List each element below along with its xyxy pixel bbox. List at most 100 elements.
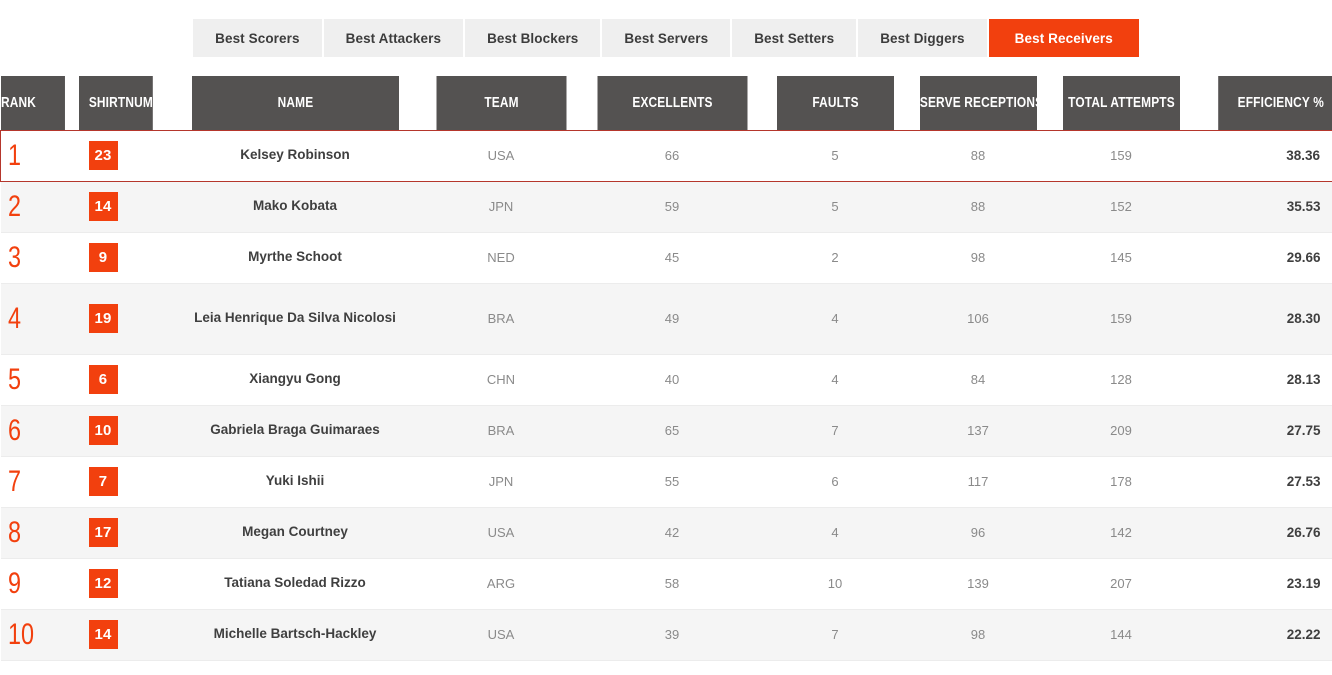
- column-header-excellents[interactable]: EXCELLENTS: [596, 76, 748, 130]
- cell-faults: 4: [763, 507, 907, 559]
- column-header-faults[interactable]: FAULTS: [776, 76, 894, 130]
- cell-team: USA: [421, 129, 581, 182]
- cell-team: BRA: [421, 283, 581, 355]
- cell-faults: 4: [763, 283, 907, 355]
- cell-rank: 6: [0, 405, 79, 457]
- shirt-number-badge: 17: [88, 518, 118, 547]
- cell-efficiency: 28.13: [1192, 354, 1332, 406]
- tab-best-diggers[interactable]: Best Diggers: [858, 19, 989, 57]
- shirt-number-badge: 6: [88, 365, 118, 394]
- cell-faults: 5: [763, 129, 907, 182]
- cell-efficiency: 22.22: [1192, 609, 1332, 661]
- cell-excellents: 59: [580, 181, 764, 233]
- table-row[interactable]: 9 12 Tatiana Soledad Rizzo ARG 58 10 139 207 23.…: [0, 558, 1332, 610]
- cell-faults: 2: [763, 232, 907, 284]
- table-row[interactable]: 1 23 Kelsey Robinson USA 66 5 88 159 38.36: [0, 129, 1332, 182]
- cell-total-attempts: 178: [1049, 456, 1193, 508]
- cell-total-attempts: 144: [1049, 609, 1193, 661]
- table-row[interactable]: 7 7 Yuki Ishii JPN 55 6 117 178 27.53: [0, 456, 1332, 508]
- cell-team: BRA: [421, 405, 581, 457]
- cell-player-name: Tatiana Soledad Rizzo: [168, 558, 422, 610]
- column-header-efficiency[interactable]: EFFICIENCY %: [1217, 76, 1332, 130]
- cell-serve-receptions: 88: [906, 181, 1050, 233]
- column-header-team[interactable]: TEAM: [435, 76, 567, 130]
- tab-best-blockers[interactable]: Best Blockers: [465, 19, 603, 57]
- cell-team: USA: [421, 609, 581, 661]
- cell-faults: 10: [763, 558, 907, 610]
- cell-team: USA: [421, 507, 581, 559]
- table-row[interactable]: 2 14 Mako Kobata JPN 59 5 88 152 35.53: [0, 181, 1332, 233]
- cell-shirtnumber: 7: [78, 456, 169, 508]
- cell-total-attempts: 152: [1049, 181, 1193, 233]
- cell-player-name: Myrthe Schoot: [168, 232, 422, 284]
- best-receivers-table: RANK SHIRTNUMBER NAME TEAM EXCELLENTS FA…: [0, 76, 1332, 661]
- cell-excellents: 58: [580, 558, 764, 610]
- cell-serve-receptions: 96: [906, 507, 1050, 559]
- cell-team: JPN: [421, 456, 581, 508]
- cell-player-name: Leia Henrique Da Silva Nicolosi: [168, 283, 422, 355]
- rank-number: 10: [7, 617, 34, 651]
- cell-shirtnumber: 17: [78, 507, 169, 559]
- cell-faults: 6: [763, 456, 907, 508]
- column-header-shirtnumber[interactable]: SHIRTNUMBER: [78, 76, 178, 130]
- cell-rank: 5: [0, 354, 79, 406]
- cell-total-attempts: 142: [1049, 507, 1193, 559]
- cell-serve-receptions: 117: [906, 456, 1050, 508]
- column-header-total-attempts[interactable]: TOTAL ATTEMPTS: [1062, 76, 1180, 130]
- cell-excellents: 55: [580, 456, 764, 508]
- table-row[interactable]: 6 10 Gabriela Braga Guimaraes BRA 65 7 137 209 2…: [0, 405, 1332, 457]
- cell-player-name: Kelsey Robinson: [168, 129, 422, 182]
- table-row[interactable]: 8 17 Megan Courtney USA 42 4 96 142 26.76: [0, 507, 1332, 559]
- cell-shirtnumber: 19: [78, 283, 169, 355]
- tab-best-scorers[interactable]: Best Scorers: [193, 19, 324, 57]
- table-row[interactable]: 3 9 Myrthe Schoot NED 45 2 98 145 29.66: [0, 232, 1332, 284]
- cell-efficiency: 28.30: [1192, 283, 1332, 355]
- cell-shirtnumber: 14: [78, 609, 169, 661]
- tab-best-receivers[interactable]: Best Receivers: [988, 19, 1139, 57]
- cell-team: CHN: [421, 354, 581, 406]
- table-header: RANK SHIRTNUMBER NAME TEAM EXCELLENTS FA…: [0, 76, 1332, 130]
- tab-best-servers[interactable]: Best Servers: [602, 19, 733, 57]
- cell-total-attempts: 145: [1049, 232, 1193, 284]
- shirt-number-badge: 7: [88, 467, 118, 496]
- cell-excellents: 65: [580, 405, 764, 457]
- rank-number: 9: [7, 566, 21, 600]
- column-header-serve-receptions[interactable]: SERVE RECEPTIONS: [919, 76, 1043, 130]
- cell-excellents: 45: [580, 232, 764, 284]
- cell-serve-receptions: 98: [906, 232, 1050, 284]
- table-row[interactable]: 10 14 Michelle Bartsch-Hackley USA 39 7 98 144 2…: [0, 609, 1332, 661]
- cell-efficiency: 23.19: [1192, 558, 1332, 610]
- tab-best-attackers[interactable]: Best Attackers: [323, 19, 466, 57]
- table-row[interactable]: 5 6 Xiangyu Gong CHN 40 4 84 128 28.13: [0, 354, 1332, 406]
- cell-excellents: 42: [580, 507, 764, 559]
- cell-serve-receptions: 98: [906, 609, 1050, 661]
- cell-total-attempts: 159: [1049, 129, 1193, 182]
- cell-efficiency: 38.36: [1192, 129, 1332, 182]
- cell-faults: 4: [763, 354, 907, 406]
- cell-serve-receptions: 88: [906, 129, 1050, 182]
- cell-total-attempts: 207: [1049, 558, 1193, 610]
- stats-category-tabbar: Best Scorers Best Attackers Best Blockers B…: [193, 19, 1139, 57]
- cell-rank: 10: [0, 609, 79, 661]
- tab-best-setters[interactable]: Best Setters: [732, 19, 859, 57]
- rank-number: 8: [7, 515, 21, 549]
- cell-total-attempts: 128: [1049, 354, 1193, 406]
- cell-efficiency: 26.76: [1192, 507, 1332, 559]
- shirt-number-badge: 9: [88, 243, 118, 272]
- cell-team: NED: [421, 232, 581, 284]
- cell-rank: 2: [0, 181, 79, 233]
- cell-team: JPN: [421, 181, 581, 233]
- cell-rank: 3: [0, 232, 79, 284]
- cell-player-name: Xiangyu Gong: [168, 354, 422, 406]
- table-row[interactable]: 4 19 Leia Henrique Da Silva Nicolosi BRA 49 4…: [0, 283, 1332, 355]
- cell-faults: 7: [763, 609, 907, 661]
- shirt-number-badge: 23: [88, 141, 118, 170]
- cell-rank: 7: [0, 456, 79, 508]
- cell-shirtnumber: 14: [78, 181, 169, 233]
- column-header-rank[interactable]: RANK: [0, 76, 65, 130]
- cell-efficiency: 27.53: [1192, 456, 1332, 508]
- column-header-name[interactable]: NAME: [191, 76, 399, 130]
- cell-player-name: Mako Kobata: [168, 181, 422, 233]
- shirt-number-badge: 14: [88, 620, 118, 649]
- cell-efficiency: 29.66: [1192, 232, 1332, 284]
